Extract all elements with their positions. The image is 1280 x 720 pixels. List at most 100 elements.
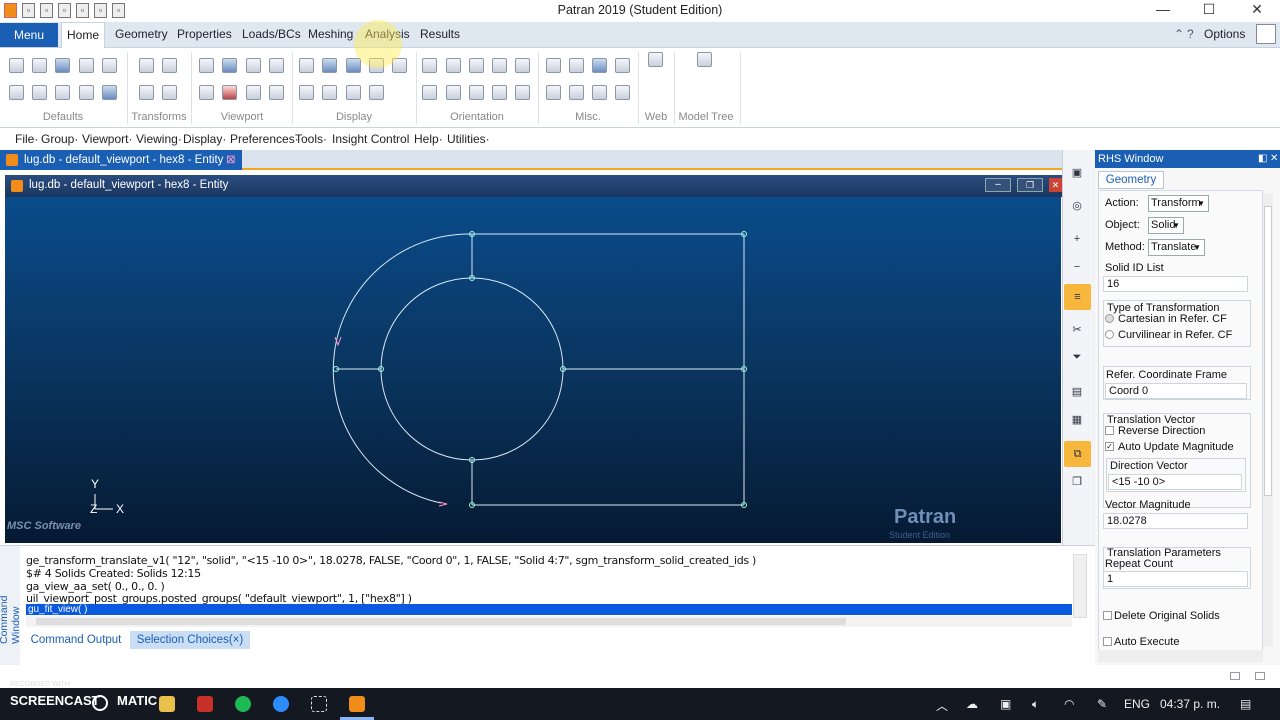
rotate-model-icon[interactable] — [162, 58, 177, 73]
minimize-button[interactable]: — — [1140, 0, 1186, 20]
curvilinear-radio[interactable] — [1105, 330, 1114, 339]
delete-icon[interactable] — [55, 85, 70, 100]
side-pick-icon[interactable]: ◎ — [1069, 199, 1085, 213]
viewport-minimize-button[interactable]: – — [985, 178, 1011, 192]
onedrive-icon[interactable]: ☁ — [966, 697, 978, 711]
tab-command-output[interactable]: Command Output — [24, 631, 128, 649]
menu-help[interactable]: Help· — [414, 132, 443, 146]
rhs-scrollbar[interactable] — [1263, 194, 1273, 646]
view-center-icon[interactable] — [222, 58, 237, 73]
document-tab[interactable]: lug.db - default_viewport - hex8 - Entit… — [0, 150, 242, 170]
meet-icon[interactable]: ▣ — [1000, 697, 1011, 711]
rotate-icon[interactable] — [139, 58, 154, 73]
display-render-icon[interactable] — [369, 85, 384, 100]
shaded-icon[interactable] — [322, 58, 337, 73]
solid-id-input[interactable]: 16 — [1103, 276, 1248, 292]
view-front-icon[interactable] — [422, 58, 437, 73]
view-right-icon[interactable] — [422, 85, 437, 100]
language-indicator[interactable]: ENG — [1124, 697, 1150, 711]
new-icon[interactable] — [9, 58, 24, 73]
status-layout-icon[interactable] — [1230, 672, 1240, 680]
expand-icon[interactable] — [1256, 24, 1276, 44]
snipping-tool-icon[interactable] — [311, 696, 327, 712]
edit-icon[interactable] — [79, 85, 94, 100]
object-select[interactable]: Solid ▼ — [1148, 217, 1184, 234]
graphics-viewport[interactable]: Y Z X MSC Software Patran Student Editio… — [5, 197, 1061, 543]
tray-chevron-icon[interactable]: ︿ — [936, 697, 948, 714]
view-target-icon[interactable] — [246, 58, 261, 73]
view-fit-icon[interactable] — [199, 85, 214, 100]
tab-selection-choices[interactable]: Selection Choices(×) — [130, 631, 250, 649]
wifi-icon[interactable]: ◠ — [1064, 697, 1074, 711]
zoom-app-icon[interactable] — [273, 696, 289, 712]
menu-button[interactable]: Menu — [0, 23, 58, 47]
view-corners-icon[interactable] — [199, 58, 214, 73]
rhs-tab-geometry[interactable]: Geometry — [1098, 171, 1164, 189]
tab-meshing[interactable]: Meshing — [308, 27, 353, 41]
side-remove-icon[interactable]: − — [1069, 261, 1085, 275]
misc-record-icon[interactable] — [615, 58, 630, 73]
close-db-icon[interactable] — [79, 58, 94, 73]
reverse-direction-checkbox[interactable] — [1105, 426, 1114, 435]
options-menu[interactable]: Options — [1204, 27, 1245, 41]
side-copy-icon[interactable]: ⧉ — [1064, 441, 1091, 467]
close-tab-icon[interactable]: ⊠ — [226, 150, 236, 170]
view-top-icon[interactable] — [469, 58, 484, 73]
command-hscrollbar[interactable] — [26, 616, 1072, 627]
side-paste-icon[interactable]: ❐ — [1069, 475, 1085, 489]
action-select[interactable]: Transform ▼ — [1148, 195, 1209, 212]
spin-icon[interactable] — [162, 85, 177, 100]
file-explorer-icon[interactable] — [159, 696, 175, 712]
tab-properties[interactable]: Properties — [177, 27, 232, 41]
hidden-line-icon[interactable] — [346, 58, 361, 73]
direction-vector-input[interactable]: <15 -10 0> — [1108, 474, 1242, 490]
menu-display[interactable]: Display· — [183, 132, 226, 146]
view-bottom-icon[interactable] — [492, 58, 507, 73]
menu-tools[interactable]: Tools· — [295, 132, 327, 146]
display-nodes-icon[interactable] — [322, 85, 337, 100]
command-vscrollbar[interactable] — [1073, 554, 1087, 618]
display-elements-icon[interactable] — [346, 85, 361, 100]
misc-measure-icon[interactable] — [546, 58, 561, 73]
zoom-out-icon[interactable] — [269, 85, 284, 100]
status-panel-icon[interactable] — [1255, 672, 1265, 680]
menu-file[interactable]: File· — [15, 132, 38, 146]
clock[interactable]: 04:37 p. m. — [1160, 697, 1220, 711]
help-icon[interactable]: ? — [1187, 27, 1194, 41]
command-hscroll-thumb[interactable] — [36, 618, 846, 625]
open-icon[interactable] — [32, 58, 47, 73]
view-grid-icon[interactable] — [222, 85, 237, 100]
misc-chart-icon[interactable] — [546, 85, 561, 100]
pin-icon[interactable]: ◧ — [1258, 150, 1267, 168]
view-iso4-icon[interactable] — [515, 85, 530, 100]
misc-clock-icon[interactable] — [615, 85, 630, 100]
patran-taskbar-icon[interactable] — [349, 696, 365, 712]
menu-insight-control[interactable]: Insight Control — [332, 132, 409, 146]
zoom-in-icon[interactable] — [246, 85, 261, 100]
side-filter-icon[interactable]: ⏷ — [1069, 351, 1085, 365]
menu-viewing[interactable]: Viewing· — [136, 132, 182, 146]
tab-loads-bcs[interactable]: Loads/BCs — [242, 27, 301, 41]
tab-results[interactable]: Results — [420, 27, 460, 41]
menu-utilities[interactable]: Utilities· — [447, 132, 490, 146]
tab-home[interactable]: Home — [61, 22, 105, 48]
rhs-scroll-thumb[interactable] — [1264, 206, 1272, 496]
cartesian-radio[interactable] — [1105, 314, 1114, 323]
save-db-icon[interactable] — [55, 58, 70, 73]
rhs-close-icon[interactable]: ✕ — [1270, 150, 1278, 168]
collapse-ribbon-icon[interactable]: ⌃ — [1174, 27, 1184, 41]
menu-preferences[interactable]: Preferences· — [230, 132, 299, 146]
wireframe-icon[interactable] — [299, 58, 314, 73]
auto-execute-checkbox[interactable] — [1103, 637, 1112, 646]
side-doc-icon[interactable]: ▤ — [1069, 385, 1085, 399]
viewport-restore-button[interactable]: ❐ — [1017, 178, 1043, 192]
volume-icon[interactable]: 🔈︎ — [1032, 697, 1039, 712]
command-input-line[interactable]: gu_fit_view( ) — [26, 604, 1072, 615]
notifications-icon[interactable]: ▤ — [1240, 697, 1251, 711]
model-tree-icon[interactable] — [697, 52, 712, 67]
view-left-icon[interactable] — [515, 58, 530, 73]
menu-group[interactable]: Group· — [41, 132, 78, 146]
export-icon[interactable] — [32, 85, 47, 100]
misc-link-icon[interactable] — [569, 85, 584, 100]
settings-icon[interactable] — [102, 85, 117, 100]
